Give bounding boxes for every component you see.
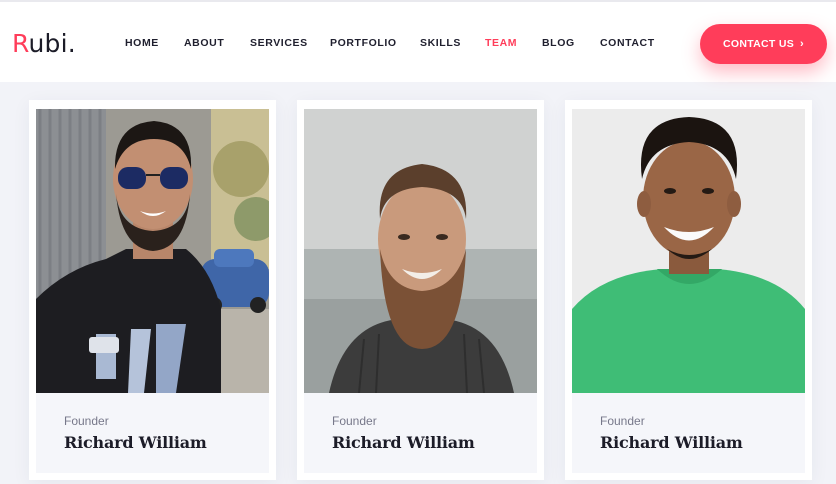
team-card[interactable]: Founder Richard William [297, 100, 544, 480]
nav-item-home[interactable]: HOME [125, 37, 159, 49]
nav-item-services[interactable]: SERVICES [250, 37, 308, 49]
team-member-photo [304, 109, 537, 393]
team-card[interactable]: Founder Richard William [29, 100, 276, 480]
nav-item-contact[interactable]: CONTACT [600, 37, 655, 49]
member-name[interactable]: Richard William [332, 433, 475, 452]
team-member-photo [572, 109, 805, 393]
member-role: Founder [64, 414, 109, 428]
member-role: Founder [600, 414, 645, 428]
team-card-info: Founder Richard William [572, 393, 805, 473]
contact-us-label: CONTACT US [722, 38, 795, 50]
nav-item-about[interactable]: ABOUT [184, 37, 224, 49]
nav-item-blog[interactable]: BLOG [542, 37, 575, 49]
team-card[interactable]: Founder Richard William [565, 100, 812, 480]
site-header: Rubi. HOME ABOUT SERVICES PORTFOLIO SKIL… [0, 0, 836, 82]
nav-item-portfolio[interactable]: PORTFOLIO [330, 37, 397, 49]
nav-item-team[interactable]: TEAM [485, 37, 517, 49]
team-card-info: Founder Richard William [36, 393, 269, 473]
member-role: Founder [332, 414, 377, 428]
chevron-right-icon: › [800, 38, 805, 50]
team-member-photo [36, 109, 269, 393]
team-card-info: Founder Richard William [304, 393, 537, 473]
contact-us-button[interactable]: CONTACT US › [700, 24, 827, 64]
member-name[interactable]: Richard William [600, 433, 743, 452]
nav-item-skills[interactable]: SKILLS [420, 37, 461, 49]
member-name[interactable]: Richard William [64, 433, 207, 452]
